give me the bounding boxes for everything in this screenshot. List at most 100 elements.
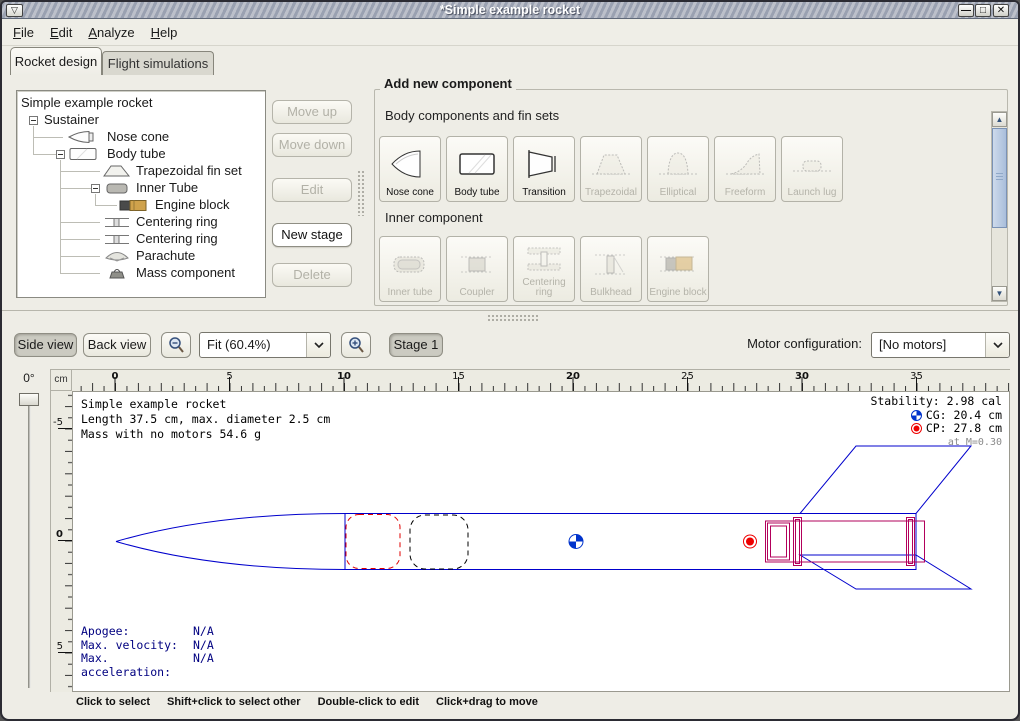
menu-help[interactable]: Help	[143, 22, 186, 43]
add-inner-tube-button[interactable]: Inner tube	[379, 236, 441, 302]
add-coupler-button[interactable]: Coupler	[446, 236, 508, 302]
window-title: *Simple example rocket	[2, 3, 1018, 17]
zoom-out-button[interactable]	[161, 332, 191, 358]
add-transition-button[interactable]: Transition	[513, 136, 575, 202]
tree-item-nose-cone[interactable]: Nose cone	[107, 129, 169, 146]
rotation-slider-track[interactable]	[28, 400, 31, 688]
mass-component-icon	[104, 267, 132, 283]
add-trapezoidal-fin-button[interactable]: Trapezoidal	[580, 136, 642, 202]
back-view-button[interactable]: Back view	[83, 333, 151, 357]
tab-flight-simulations[interactable]: Flight simulations	[102, 51, 214, 75]
tree-expander-inner-tube[interactable]	[91, 184, 100, 193]
maximize-button[interactable]: □	[975, 4, 991, 17]
tab-rocket-design[interactable]: Rocket design	[10, 47, 102, 75]
tree-connector	[60, 222, 100, 223]
minimize-button[interactable]: —	[958, 4, 974, 17]
hint-shift-click: Shift+click to select other	[167, 696, 301, 708]
app-window: ▽ *Simple example rocket — □ ✕ File Edit…	[0, 0, 1020, 721]
cp-marker[interactable]	[744, 535, 757, 548]
centering-ring-icon	[522, 240, 566, 278]
coupler-icon	[455, 240, 499, 288]
add-body-tube-button[interactable]: Body tube	[446, 136, 508, 202]
stability-info: Stability: 2.98 cal CG: 20.4 cm CP: 27.8…	[870, 395, 1002, 449]
component-tree[interactable]: Simple example rocket Sustainer Nose con…	[16, 90, 266, 298]
move-down-button[interactable]: Move down	[272, 133, 352, 157]
bulkhead-icon	[589, 240, 633, 288]
trapezoidal-fin-icon	[589, 140, 633, 188]
zoom-level-select[interactable]: Fit (60.4%)	[199, 332, 331, 358]
title-bar[interactable]: ▽ *Simple example rocket — □ ✕	[2, 2, 1018, 19]
freeform-fin-icon	[723, 140, 767, 188]
inner-components-outline	[766, 518, 925, 566]
tree-item-inner-tube[interactable]: Inner Tube	[136, 180, 198, 197]
tree-connector	[95, 205, 117, 206]
ruler-unit-label: cm	[50, 369, 72, 391]
tree-item-trapezoidal-fin-set[interactable]: Trapezoidal fin set	[136, 163, 242, 180]
close-button[interactable]: ✕	[993, 4, 1009, 17]
ruler-tick-label: 5	[226, 371, 232, 382]
add-nose-cone-button[interactable]: Nose cone	[379, 136, 441, 202]
mach-condition: at M=0.30	[870, 436, 1002, 450]
stage-1-toggle[interactable]: Stage 1	[389, 333, 443, 357]
menu-analyze[interactable]: Analyze	[80, 22, 142, 43]
tree-item-centering-ring-1[interactable]: Centering ring	[136, 214, 218, 231]
mass-component-outline	[410, 515, 468, 569]
tree-item-engine-block[interactable]: Engine block	[155, 197, 229, 214]
tree-item-mass-component[interactable]: Mass component	[136, 265, 235, 282]
horizontal-splitter[interactable]	[2, 310, 1018, 322]
fin-bottom-outline	[800, 555, 971, 589]
tree-expander-sustainer[interactable]	[29, 116, 38, 125]
cp-icon	[911, 423, 922, 434]
add-elliptical-fin-button[interactable]: Elliptical	[647, 136, 709, 202]
zoom-in-button[interactable]	[341, 332, 371, 358]
hint-select: Click to select	[76, 696, 150, 708]
ruler-tick-label: 0	[56, 529, 63, 540]
tree-item-sustainer[interactable]: Sustainer	[44, 112, 99, 129]
tree-item-rocket[interactable]: Simple example rocket	[21, 95, 153, 112]
magnifier-plus-icon	[347, 336, 365, 354]
centering-ring-icon	[102, 233, 132, 249]
tree-item-parachute[interactable]: Parachute	[136, 248, 195, 265]
nose-cone-outline	[116, 542, 345, 570]
scrollbar-thumb[interactable]	[992, 128, 1007, 228]
rotation-slider-handle[interactable]	[19, 393, 39, 406]
add-bulkhead-button[interactable]: Bulkhead	[580, 236, 642, 302]
ruler-tick-label: 0	[112, 371, 119, 382]
delete-button[interactable]: Delete	[272, 263, 352, 287]
rocket-design-canvas[interactable]: Simple example rocket Length 37.5 cm, ma…	[72, 391, 1010, 692]
cg-value: CG: 20.4 cm	[926, 409, 1002, 423]
rotation-angle-label: 0°	[14, 371, 44, 385]
inner-tube-icon	[104, 182, 132, 198]
scroll-down-button[interactable]: ▼	[992, 286, 1007, 301]
vertical-splitter-handle[interactable]	[357, 170, 366, 216]
add-freeform-fin-button[interactable]: Freeform	[714, 136, 776, 202]
inner-tube-icon	[388, 240, 432, 288]
scroll-up-button[interactable]: ▲	[992, 112, 1007, 127]
side-view-button[interactable]: Side view	[14, 333, 77, 357]
menu-edit[interactable]: Edit	[42, 22, 80, 43]
ruler-tick-label: 15	[452, 371, 465, 382]
apogee-label: Apogee:	[81, 625, 193, 639]
tree-item-body-tube[interactable]: Body tube	[107, 146, 166, 163]
ruler-tick-label: 20	[566, 371, 580, 382]
menu-file[interactable]: File	[5, 22, 42, 43]
add-centering-ring-button[interactable]: Centering ring	[513, 236, 575, 302]
ruler-tick-label: 10	[337, 371, 351, 382]
edit-button[interactable]: Edit	[272, 178, 352, 202]
rocket-name: Simple example rocket	[81, 397, 330, 412]
tree-item-centering-ring-2[interactable]: Centering ring	[136, 231, 218, 248]
tree-connector	[60, 239, 100, 240]
add-launch-lug-button[interactable]: Launch lug	[781, 136, 843, 202]
chevron-down-icon	[985, 333, 1009, 357]
cg-marker[interactable]	[569, 535, 583, 549]
add-engine-block-button[interactable]: Engine block	[647, 236, 709, 302]
engine-block-icon	[656, 240, 700, 288]
inner-component-label: Inner component	[385, 210, 483, 225]
motor-configuration-select[interactable]: [No motors]	[871, 332, 1010, 358]
body-tube-icon	[67, 147, 101, 164]
component-panel-scrollbar[interactable]: ▲ ▼	[991, 111, 1008, 302]
move-up-button[interactable]: Move up	[272, 100, 352, 124]
trapezoidal-fin-icon	[102, 164, 132, 181]
tree-expander-body-tube[interactable]	[56, 150, 65, 159]
new-stage-button[interactable]: New stage	[272, 223, 352, 247]
